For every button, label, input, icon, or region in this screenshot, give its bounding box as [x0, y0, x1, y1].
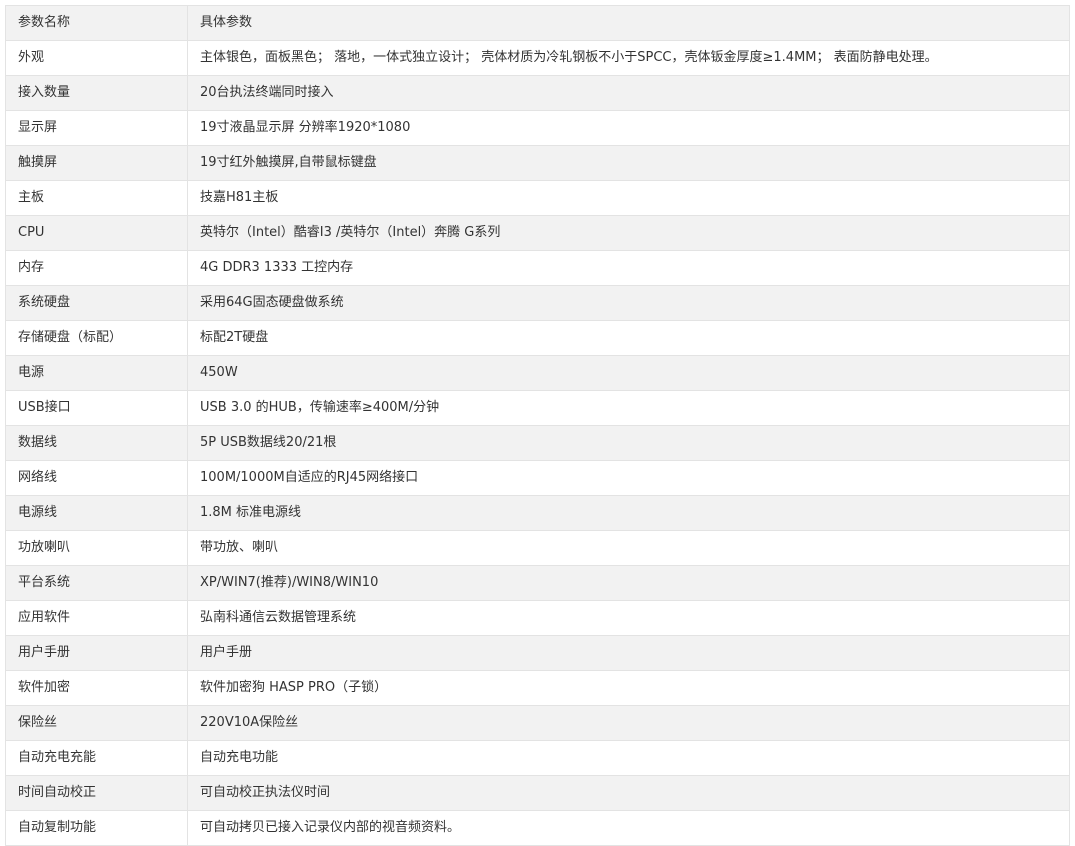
table-row: 外观 主体银色，面板黑色； 落地，一体式独立设计； 壳体材质为冷轧钢板不小于SP… — [5, 40, 1070, 76]
param-value-cell: 450W — [187, 355, 1070, 391]
spec-table: 参数名称 具体参数 外观 主体银色，面板黑色； 落地，一体式独立设计； 壳体材质… — [5, 5, 1070, 846]
param-name-cell: 接入数量 — [5, 75, 188, 111]
param-name-cell: 自动充电充能 — [5, 740, 188, 776]
param-name-cell: 应用软件 — [5, 600, 188, 636]
param-name-cell: 数据线 — [5, 425, 188, 461]
param-name-cell: 存储硬盘（标配） — [5, 320, 188, 356]
table-row: 电源 450W — [5, 355, 1070, 391]
param-value-cell: 带功放、喇叭 — [187, 530, 1070, 566]
param-name-cell: 主板 — [5, 180, 188, 216]
param-value-cell: 软件加密狗 HASP PRO（子锁） — [187, 670, 1070, 706]
table-row: USB接口 USB 3.0 的HUB，传输速率≥400M/分钟 — [5, 390, 1070, 426]
table-row: 存储硬盘（标配） 标配2T硬盘 — [5, 320, 1070, 356]
param-value-cell: 用户手册 — [187, 635, 1070, 671]
param-value-cell: 19寸红外触摸屏,自带鼠标键盘 — [187, 145, 1070, 181]
param-name-cell: 系统硬盘 — [5, 285, 188, 321]
table-row: 软件加密 软件加密狗 HASP PRO（子锁） — [5, 670, 1070, 706]
table-row: 时间自动校正 可自动校正执法仪时间 — [5, 775, 1070, 811]
table-row: 应用软件 弘南科通信云数据管理系统 — [5, 600, 1070, 636]
param-name-cell: 软件加密 — [5, 670, 188, 706]
table-row: 系统硬盘 采用64G固态硬盘做系统 — [5, 285, 1070, 321]
spec-table-body: 参数名称 具体参数 外观 主体银色，面板黑色； 落地，一体式独立设计； 壳体材质… — [5, 5, 1070, 846]
param-value-cell: 英特尔（Intel）酷睿I3 /英特尔（Intel）奔腾 G系列 — [187, 215, 1070, 251]
param-value-cell: 5P USB数据线20/21根 — [187, 425, 1070, 461]
param-name-cell: 平台系统 — [5, 565, 188, 601]
param-value-cell: 采用64G固态硬盘做系统 — [187, 285, 1070, 321]
param-value-cell: 主体银色，面板黑色； 落地，一体式独立设计； 壳体材质为冷轧钢板不小于SPCC，… — [187, 40, 1070, 76]
param-value-cell: 可自动校正执法仪时间 — [187, 775, 1070, 811]
param-value-cell: 20台执法终端同时接入 — [187, 75, 1070, 111]
header-cell-param-name: 参数名称 — [5, 5, 188, 41]
param-name-cell: CPU — [5, 215, 188, 251]
param-value-cell: USB 3.0 的HUB，传输速率≥400M/分钟 — [187, 390, 1070, 426]
param-name-cell: 电源 — [5, 355, 188, 391]
param-name-cell: USB接口 — [5, 390, 188, 426]
table-row: 主板 技嘉H81主板 — [5, 180, 1070, 216]
param-value-cell: 弘南科通信云数据管理系统 — [187, 600, 1070, 636]
param-value-cell: 技嘉H81主板 — [187, 180, 1070, 216]
param-name-cell: 外观 — [5, 40, 188, 76]
param-name-cell: 功放喇叭 — [5, 530, 188, 566]
table-row: 数据线 5P USB数据线20/21根 — [5, 425, 1070, 461]
table-row: 接入数量 20台执法终端同时接入 — [5, 75, 1070, 111]
param-name-cell: 时间自动校正 — [5, 775, 188, 811]
table-row: 自动复制功能 可自动拷贝已接入记录仪内部的视音频资料。 — [5, 810, 1070, 846]
param-value-cell: 19寸液晶显示屏 分辨率1920*1080 — [187, 110, 1070, 146]
table-header-row: 参数名称 具体参数 — [5, 5, 1070, 41]
param-value-cell: XP/WIN7(推荐)/WIN8/WIN10 — [187, 565, 1070, 601]
table-row: 功放喇叭 带功放、喇叭 — [5, 530, 1070, 566]
param-name-cell: 保险丝 — [5, 705, 188, 741]
param-name-cell: 显示屏 — [5, 110, 188, 146]
table-row: 平台系统 XP/WIN7(推荐)/WIN8/WIN10 — [5, 565, 1070, 601]
param-name-cell: 自动复制功能 — [5, 810, 188, 846]
table-row: 显示屏 19寸液晶显示屏 分辨率1920*1080 — [5, 110, 1070, 146]
table-row: 电源线 1.8M 标准电源线 — [5, 495, 1070, 531]
param-name-cell: 触摸屏 — [5, 145, 188, 181]
param-name-cell: 内存 — [5, 250, 188, 286]
param-value-cell: 标配2T硬盘 — [187, 320, 1070, 356]
param-value-cell: 4G DDR3 1333 工控内存 — [187, 250, 1070, 286]
table-row: 用户手册 用户手册 — [5, 635, 1070, 671]
header-cell-param-value: 具体参数 — [187, 5, 1070, 41]
param-value-cell: 可自动拷贝已接入记录仪内部的视音频资料。 — [187, 810, 1070, 846]
param-value-cell: 自动充电功能 — [187, 740, 1070, 776]
table-row: 自动充电充能 自动充电功能 — [5, 740, 1070, 776]
table-row: 保险丝 220V10A保险丝 — [5, 705, 1070, 741]
param-name-cell: 用户手册 — [5, 635, 188, 671]
table-row: CPU 英特尔（Intel）酷睿I3 /英特尔（Intel）奔腾 G系列 — [5, 215, 1070, 251]
param-value-cell: 1.8M 标准电源线 — [187, 495, 1070, 531]
param-name-cell: 网络线 — [5, 460, 188, 496]
param-value-cell: 100M/1000M自适应的RJ45网络接口 — [187, 460, 1070, 496]
param-value-cell: 220V10A保险丝 — [187, 705, 1070, 741]
table-row: 触摸屏 19寸红外触摸屏,自带鼠标键盘 — [5, 145, 1070, 181]
table-row: 内存 4G DDR3 1333 工控内存 — [5, 250, 1070, 286]
table-row: 网络线 100M/1000M自适应的RJ45网络接口 — [5, 460, 1070, 496]
param-name-cell: 电源线 — [5, 495, 188, 531]
